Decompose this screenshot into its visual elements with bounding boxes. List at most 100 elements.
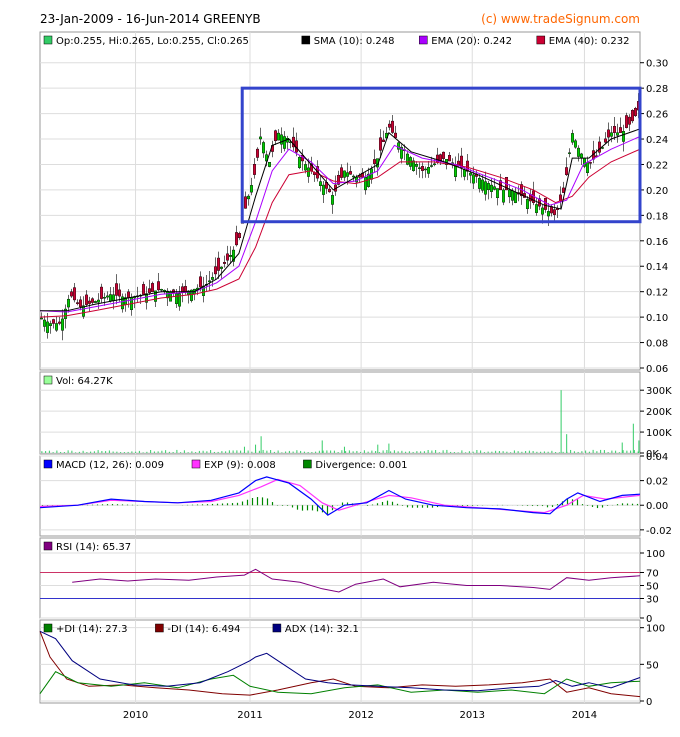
candle-body <box>589 162 593 164</box>
candle-body <box>478 177 482 189</box>
macd-tick-label-3: -0.02 <box>646 526 672 537</box>
candle-body <box>577 147 581 157</box>
candle-body <box>430 165 434 167</box>
candle-body <box>628 116 632 125</box>
x-tick-label-2014: 2014 <box>572 710 597 721</box>
x-tick-label-2011: 2011 <box>237 710 262 721</box>
candle-body <box>198 276 202 288</box>
candle-body <box>493 186 497 190</box>
vol-tick-label-1: 200K <box>646 407 672 418</box>
candle-body <box>487 183 491 190</box>
candle-body <box>283 136 287 149</box>
macd-tick-label-1: 0.02 <box>646 477 668 488</box>
adx-legend-swatch-1 <box>155 623 164 633</box>
candle-body <box>61 318 65 331</box>
vol-legend-label-0: Vol: 64.27K <box>56 376 113 387</box>
candle-body <box>490 184 494 192</box>
candle-body <box>553 209 557 215</box>
candle-body <box>625 115 629 128</box>
candle-body <box>379 137 383 151</box>
candle-body <box>340 167 344 178</box>
candle-body <box>252 164 256 175</box>
candle-body <box>87 300 91 304</box>
candle-body <box>496 188 500 199</box>
candle-body <box>511 190 515 201</box>
candle-body <box>502 189 506 203</box>
candle-body <box>216 257 220 271</box>
price-tick-label-11: 0.08 <box>646 339 668 350</box>
candle-body <box>484 181 488 195</box>
candle-body <box>463 169 467 177</box>
candle-body <box>382 139 386 142</box>
candle-body <box>427 167 431 174</box>
rsi-tick-label-0: 100 <box>646 549 665 560</box>
candle-body <box>571 133 575 143</box>
candle-body <box>225 253 229 261</box>
adx-legend-label-0: +DI (14): 27.3 <box>56 624 128 635</box>
candle-body <box>72 287 76 301</box>
adx-tick-label-0: 100 <box>646 624 665 635</box>
candle-body <box>514 192 518 203</box>
candle-body <box>544 197 548 210</box>
candle-body <box>69 291 73 297</box>
candle-body <box>262 142 266 154</box>
candle-body <box>259 136 263 140</box>
price-legend-swatch-1 <box>301 35 311 45</box>
candle-body <box>616 132 620 136</box>
candle-body <box>565 167 569 175</box>
candle-body <box>598 141 602 153</box>
candle-body <box>111 294 115 301</box>
candle-body <box>280 134 284 145</box>
vol-legend-swatch-0 <box>43 375 53 385</box>
candle-body <box>304 164 308 171</box>
macd-legend-label-2: Divergence: 0.001 <box>315 460 407 471</box>
chart-title: 23-Jan-2009 - 16-Jun-2014 GREENYB <box>40 12 261 26</box>
candle-body <box>256 148 260 158</box>
candle-body <box>174 293 178 304</box>
candle-body <box>268 162 272 167</box>
candle-body <box>66 298 70 308</box>
candle-body <box>433 163 437 166</box>
candle-body <box>508 189 512 198</box>
candle-body <box>243 196 247 209</box>
candle-body <box>469 172 473 176</box>
candle-body <box>207 280 211 283</box>
candle-body <box>40 317 44 320</box>
candle-body <box>526 199 530 209</box>
credit-link[interactable]: (c) www.tradeSignum.com <box>481 12 640 26</box>
vol-tick-label-0: 300K <box>646 386 672 397</box>
candle-body <box>246 195 250 200</box>
rsi-legend-label-0: RSI (14): 65.37 <box>56 542 131 553</box>
vol-tick-label-2: 100K <box>646 428 672 439</box>
candle-body <box>346 172 350 177</box>
macd-legend-label-1: EXP (9): 0.008 <box>204 460 276 471</box>
candle-body <box>126 291 130 299</box>
candle-body <box>117 289 121 297</box>
candle-body <box>277 132 281 141</box>
candle-body <box>631 110 635 122</box>
candle-body <box>141 284 145 295</box>
candle-body <box>234 232 238 246</box>
candle-body <box>43 319 47 327</box>
candle-body <box>607 129 611 138</box>
rsi-legend-swatch-0 <box>43 541 53 551</box>
price-tick-label-8: 0.14 <box>646 262 668 273</box>
candle-body <box>481 179 485 191</box>
candle-body <box>448 155 452 162</box>
candle-body <box>90 298 94 303</box>
price-legend-swatch-2 <box>419 35 428 45</box>
candle-body <box>586 162 590 174</box>
adx-legend-label-1: -DI (14): 6.494 <box>167 624 240 635</box>
adx-legend-swatch-2 <box>272 623 282 633</box>
candle-body <box>156 281 160 291</box>
price-tick-label-7: 0.16 <box>646 237 668 248</box>
candle-body <box>397 142 401 150</box>
candle-body <box>388 123 392 128</box>
candle-body <box>147 288 151 293</box>
candle-body <box>58 321 62 324</box>
candle-body <box>150 283 154 292</box>
candle-body <box>364 176 368 191</box>
macd-legend-swatch-0 <box>43 459 53 469</box>
candle-body <box>349 171 353 175</box>
chart-root: 23-Jan-2009 - 16-Jun-2014 GREENYB (c) ww… <box>0 0 680 733</box>
